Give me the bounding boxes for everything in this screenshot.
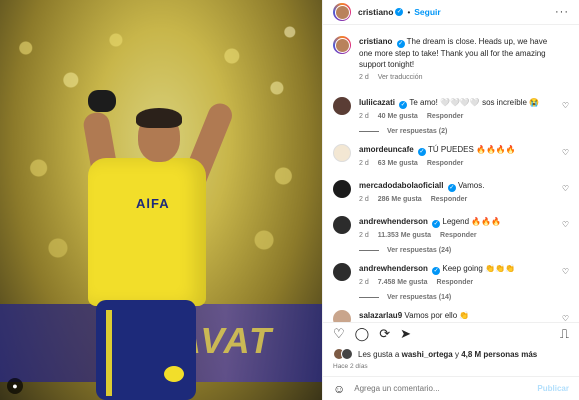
emoji-icon[interactable]: ☺ <box>333 382 345 396</box>
comment-like-heart-icon[interactable]: ♡ <box>562 220 569 229</box>
player-shirt <box>88 158 206 306</box>
commenter-avatar[interactable] <box>333 216 351 234</box>
player-figure: AlFA <box>78 78 248 400</box>
comment-likes[interactable]: 286 Me gusta <box>378 196 422 203</box>
post-actions: ♡ ◯ ⟳ ➤ ⎍ <box>323 322 579 344</box>
post-time-ago: Hace 2 días <box>333 363 368 370</box>
likes-summary[interactable]: Les gusta a washi_ortega y 4,8 M persona… <box>333 348 537 360</box>
comment-text: Vamos por ello 👏 <box>404 311 470 320</box>
replies-line <box>359 131 379 132</box>
view-replies-button[interactable]: Ver respuestas (2) <box>359 128 569 135</box>
comment-item: andrewhenderson ✓ Keep going 👏👏👏 2 d 7.4… <box>333 263 569 286</box>
caption-age: 2 d <box>359 74 369 81</box>
view-replies-button[interactable]: Ver respuestas (24) <box>359 247 569 254</box>
commenter-username[interactable]: andrewhenderson <box>359 217 428 226</box>
add-comment-bar: ☺ Agrega un comentario... Publicar <box>323 376 579 400</box>
player-left-hand <box>88 90 116 112</box>
commenter-avatar[interactable] <box>333 263 351 281</box>
comment-text: Keep going 👏👏👏 <box>442 264 515 273</box>
caption-meta: 2 d Ver traducción <box>359 74 555 81</box>
comment-item: amordeuncafe ✓ TÚ PUEDES 🔥🔥🔥🔥 2 d 63 Me … <box>333 144 569 167</box>
comment-item: luliicazati ✓ Te amo! 🤍🤍🤍🤍 sos increíble… <box>333 97 569 120</box>
verified-badge-icon: ✓ <box>396 40 405 48</box>
comment-like-heart-icon[interactable]: ♡ <box>562 101 569 110</box>
comment-like-heart-icon[interactable]: ♡ <box>562 148 569 157</box>
comment-text: Vamos. <box>457 181 485 190</box>
caption-username[interactable]: cristiano <box>359 37 392 46</box>
verified-badge-icon: ✓ <box>395 8 404 16</box>
verified-badge-icon: ✓ <box>432 267 441 275</box>
view-replies-button[interactable]: Ver respuestas (14) <box>359 294 569 301</box>
liker-username[interactable]: washi_ortega <box>402 350 453 359</box>
reply-button[interactable]: Responder <box>440 232 477 239</box>
post-photo[interactable]: AVAT AlFA ● <box>0 0 322 400</box>
verified-badge-icon: ✓ <box>399 101 408 109</box>
comment-input[interactable]: Agrega un comentario... <box>354 384 439 393</box>
comment-icon[interactable]: ◯ <box>355 326 370 342</box>
reply-button[interactable]: Responder <box>427 160 464 167</box>
comment-age: 2 d <box>359 232 369 239</box>
shorts-club-logo <box>164 366 184 382</box>
comment-text: TÚ PUEDES 🔥🔥🔥🔥 <box>428 145 516 154</box>
comment-age: 2 d <box>359 196 369 203</box>
commenter-username[interactable]: mercadodabolaoficiall <box>359 181 443 190</box>
translate-link[interactable]: Ver traducción <box>378 74 423 81</box>
comment-item: andrewhenderson ✓ Legend 🔥🔥🔥 2 d 11.353 … <box>333 216 569 239</box>
separator-dot: • <box>407 7 411 17</box>
comment-like-heart-icon[interactable]: ♡ <box>562 314 569 322</box>
send-icon[interactable]: ➤ <box>400 326 411 342</box>
comment-like-heart-icon[interactable]: ♡ <box>562 267 569 276</box>
liker-avatar <box>341 348 353 360</box>
more-options-icon[interactable]: ··· <box>555 6 569 18</box>
shorts-stripe <box>106 310 112 396</box>
author-avatar[interactable] <box>333 3 351 21</box>
comment-age: 2 d <box>359 113 369 120</box>
author-username[interactable]: cristiano <box>358 7 393 17</box>
commenter-avatar[interactable] <box>333 144 351 162</box>
commenter-avatar[interactable] <box>333 97 351 115</box>
tagged-person-icon[interactable]: ● <box>7 378 23 394</box>
reply-button[interactable]: Responder <box>437 279 474 286</box>
commenter-username[interactable]: salazarlau9 <box>359 311 402 320</box>
reply-button[interactable]: Responder <box>431 196 468 203</box>
commenter-username[interactable]: andrewhenderson <box>359 264 428 273</box>
comment-like-heart-icon[interactable]: ♡ <box>562 184 569 193</box>
bookmark-icon[interactable]: ⎍ <box>560 326 569 342</box>
comment-text: Legend 🔥🔥🔥 <box>442 217 502 226</box>
caption: cristiano ✓ The dream is close. Heads up… <box>333 36 569 81</box>
comment-age: 2 d <box>359 279 369 286</box>
commenter-username[interactable]: amordeuncafe <box>359 145 414 154</box>
heart-icon[interactable]: ♡ <box>333 326 345 342</box>
follow-button[interactable]: Seguir <box>414 7 440 17</box>
comment-likes[interactable]: 63 Me gusta <box>378 160 418 167</box>
likes-text[interactable]: Les gusta a washi_ortega y 4,8 M persona… <box>358 350 537 359</box>
post-header: cristiano ✓ • Seguir ··· <box>323 0 579 25</box>
reply-button[interactable]: Responder <box>427 113 464 120</box>
comment-age: 2 d <box>359 160 369 167</box>
repost-icon[interactable]: ⟳ <box>379 326 390 342</box>
comment-likes[interactable]: 11.353 Me gusta <box>378 232 431 239</box>
comments-list[interactable]: cristiano ✓ The dream is close. Heads up… <box>323 26 579 322</box>
comment-item: salazarlau9 Vamos por ello 👏 ♡ <box>333 310 569 322</box>
verified-badge-icon: ✓ <box>417 148 426 156</box>
likes-count[interactable]: 4,8 M personas más <box>461 350 537 359</box>
commenter-username[interactable]: luliicazati <box>359 98 395 107</box>
comment-item: mercadodabolaoficiall ✓ Vamos. 2 d 286 M… <box>333 180 569 203</box>
commenter-avatar[interactable] <box>333 180 351 198</box>
replies-line <box>359 297 379 298</box>
verified-badge-icon: ✓ <box>432 220 441 228</box>
publish-button[interactable]: Publicar <box>537 384 569 393</box>
player-hair <box>136 108 182 128</box>
caption-text: cristiano ✓ The dream is close. Heads up… <box>359 36 555 70</box>
post-details-panel: cristiano ✓ • Seguir ··· cristiano ✓ The… <box>322 0 579 400</box>
verified-badge-icon: ✓ <box>447 184 456 192</box>
comment-likes[interactable]: 7.458 Me gusta <box>378 279 428 286</box>
replies-line <box>359 250 379 251</box>
commenter-avatar[interactable] <box>333 310 351 322</box>
comment-likes[interactable]: 40 Me gusta <box>378 113 418 120</box>
shirt-sponsor: AlFA <box>136 196 170 211</box>
caption-avatar[interactable] <box>333 36 351 54</box>
comment-text: Te amo! 🤍🤍🤍🤍 sos increíble 😭 <box>409 98 540 107</box>
